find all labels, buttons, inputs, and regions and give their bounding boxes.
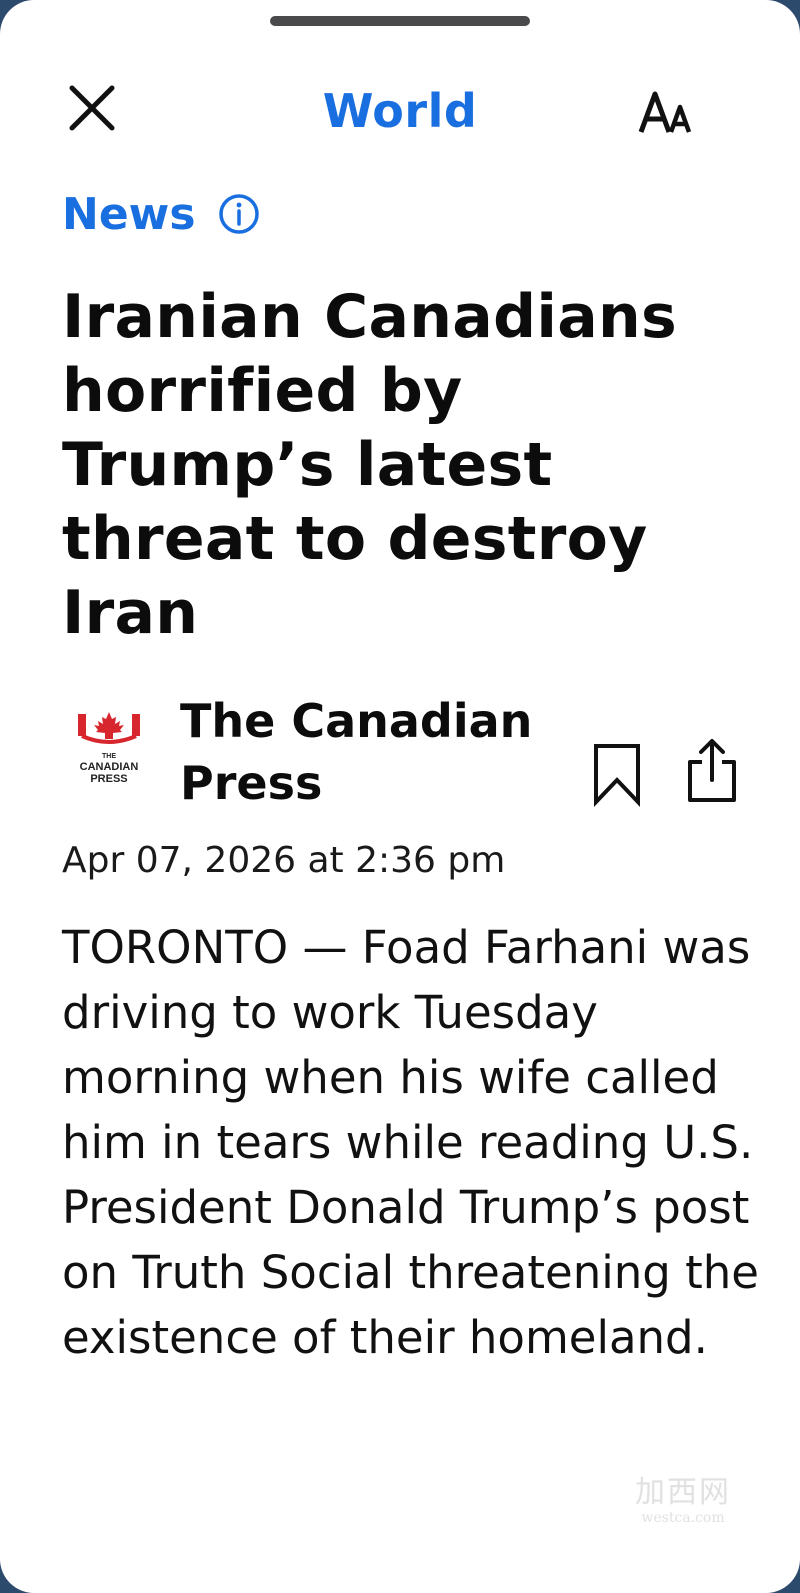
logo-text-line3: PRESS xyxy=(90,773,127,785)
source-row: THE CANADIAN PRESS The Canadian Press xyxy=(62,690,752,810)
info-icon[interactable] xyxy=(218,193,260,235)
publisher-name[interactable]: The Canadian Press xyxy=(180,690,580,814)
article-body: TORONTO — Foad Farhani was driving to wo… xyxy=(62,921,759,1364)
sheet-grabber-handle[interactable] xyxy=(270,16,530,26)
logo-text-line1: THE xyxy=(102,753,116,760)
text-size-icon xyxy=(638,91,692,133)
watermark-sub-text: westca.com xyxy=(641,1510,725,1526)
bookmark-button[interactable] xyxy=(590,742,646,808)
top-bar: World xyxy=(0,80,800,150)
text-size-button[interactable] xyxy=(638,90,708,140)
share-button[interactable] xyxy=(684,738,740,806)
watermark-main-text: 加西网 xyxy=(635,1475,731,1510)
article-headline: Iranian Canadians horrified by Trump’s l… xyxy=(62,282,678,648)
article-sheet: World News Iranian Canadians horrified b… xyxy=(0,0,800,1593)
watermark-logo: 加西网 westca.com xyxy=(628,1475,738,1527)
article-timestamp: Apr 07, 2026 at 2:36 pm xyxy=(62,840,506,881)
share-icon xyxy=(688,739,736,802)
bookmark-icon xyxy=(594,744,640,807)
category-row: News xyxy=(62,186,260,242)
publisher-logo: THE CANADIAN PRESS xyxy=(72,712,152,792)
logo-text-line2: CANADIAN xyxy=(80,761,139,773)
category-label[interactable]: News xyxy=(62,189,196,240)
